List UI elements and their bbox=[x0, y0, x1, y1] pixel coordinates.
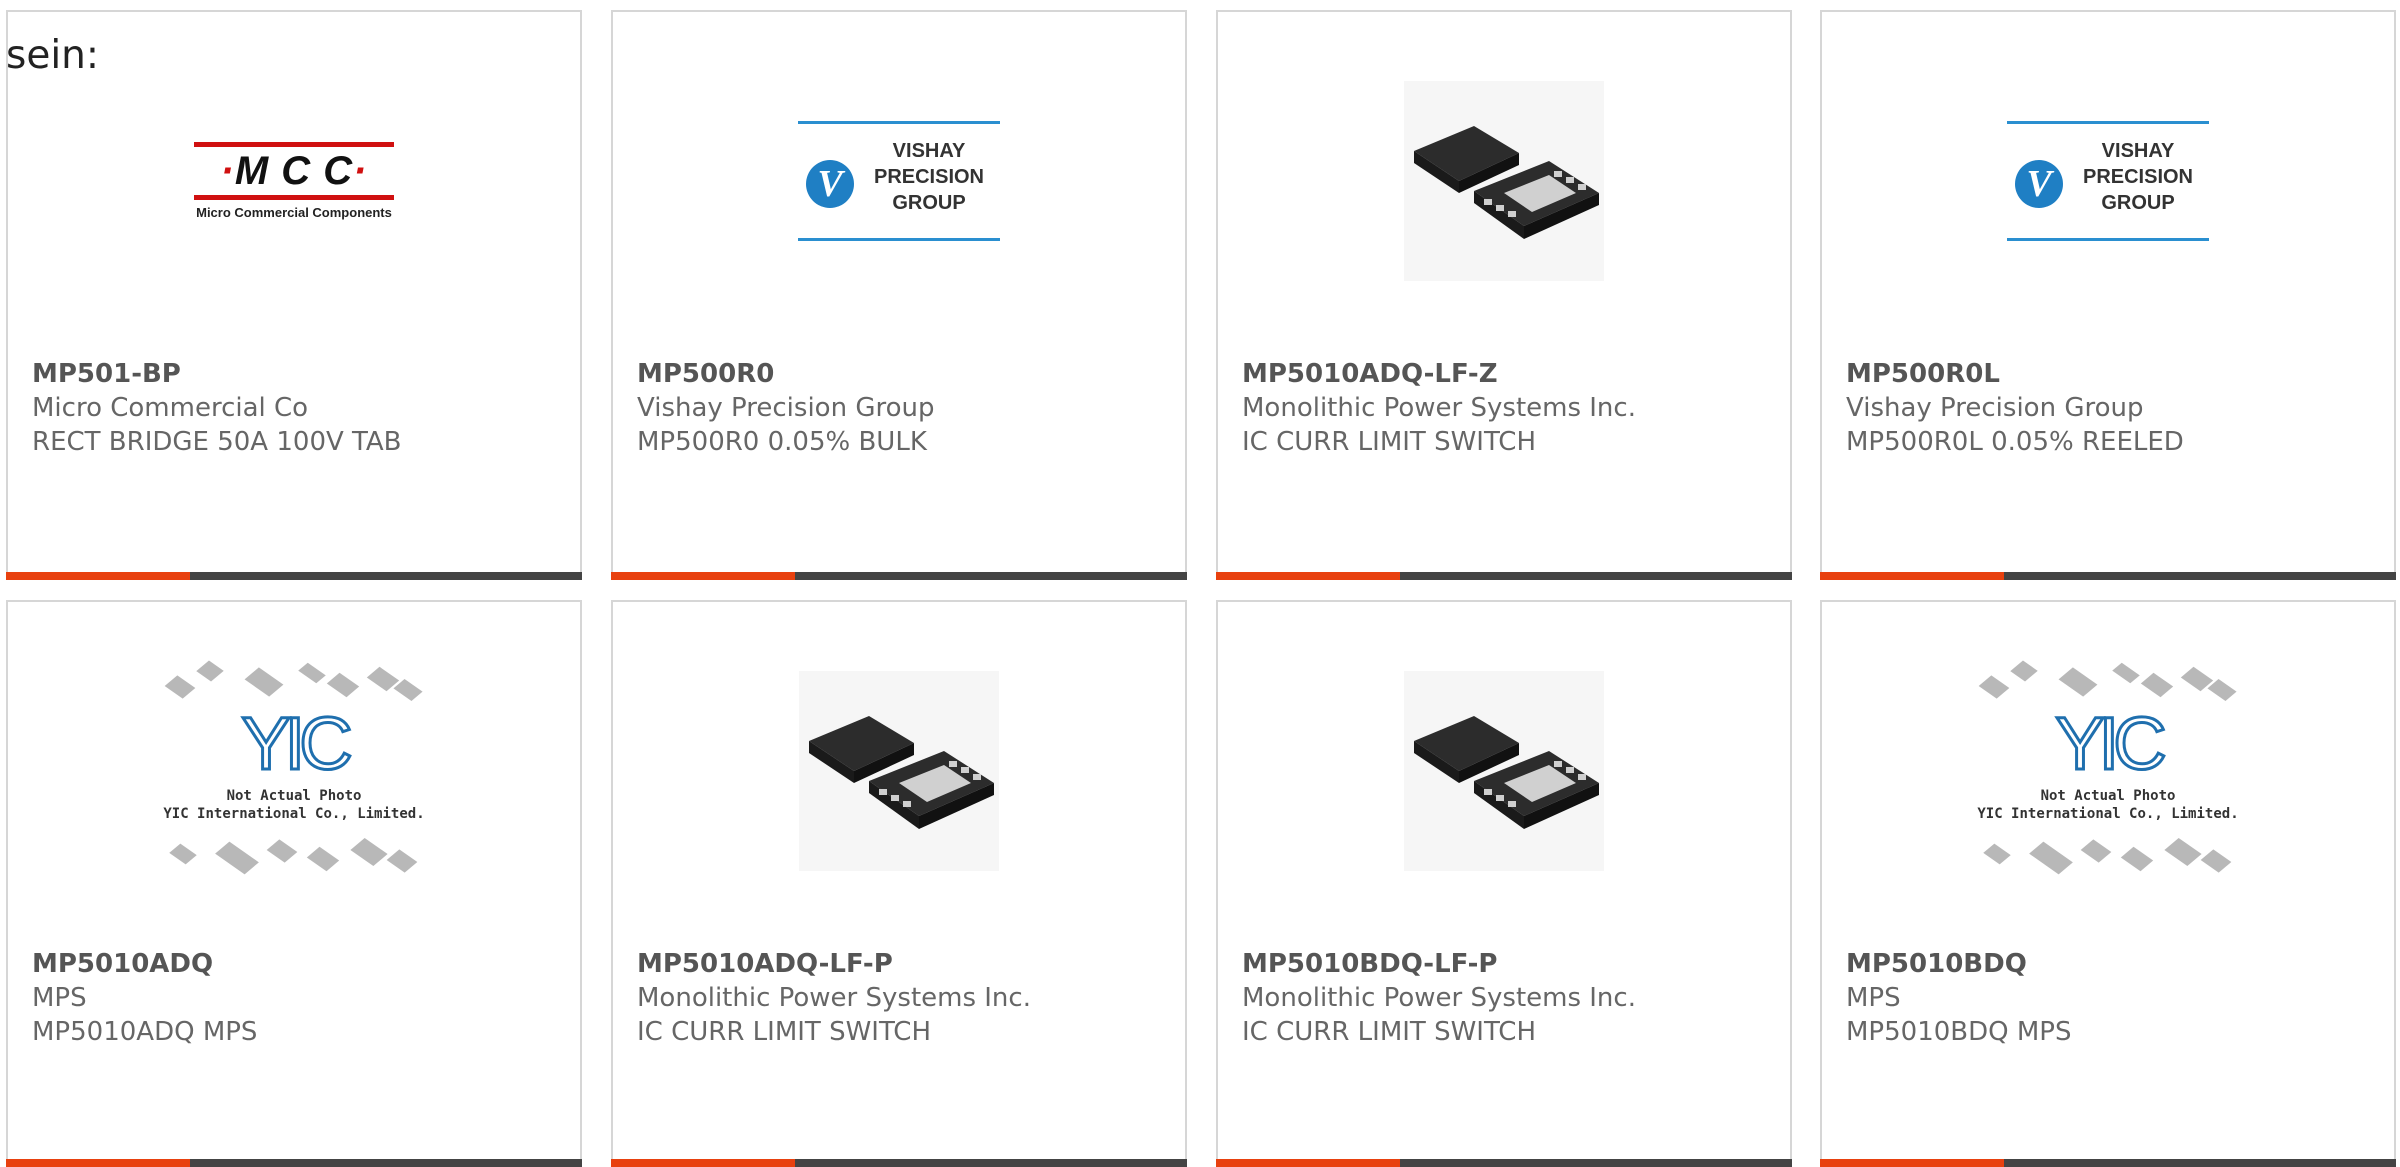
manufacturer: MPS bbox=[32, 983, 87, 1013]
manufacturer: Monolithic Power Systems Inc. bbox=[1242, 983, 1636, 1013]
product-image[interactable]: YIC Not Actual Photo YIC International C… bbox=[8, 660, 580, 875]
manufacturer: Monolithic Power Systems Inc. bbox=[637, 983, 1031, 1013]
card-footer-bar bbox=[6, 1159, 582, 1167]
part-number[interactable]: MP5010ADQ-LF-Z bbox=[1242, 357, 1766, 391]
chip-photo bbox=[799, 671, 999, 871]
description: MP5010ADQ MPS bbox=[32, 1017, 258, 1047]
part-number[interactable]: MP5010ADQ-LF-P bbox=[637, 947, 1161, 981]
product-card[interactable]: MP5010ADQ-LF-P Monolithic Power Systems … bbox=[611, 600, 1187, 1167]
product-image[interactable]: ·M C C· Micro Commercial Components bbox=[8, 80, 580, 282]
card-footer-accent bbox=[6, 1159, 190, 1167]
description: IC CURR LIMIT SWITCH bbox=[1242, 1017, 1537, 1047]
card-footer-accent bbox=[1820, 572, 2004, 580]
part-number[interactable]: MP5010BDQ-LF-P bbox=[1242, 947, 1766, 981]
description: MP500R0 0.05% BULK bbox=[637, 427, 927, 457]
card-footer-bar bbox=[1216, 572, 1792, 580]
description: IC CURR LIMIT SWITCH bbox=[637, 1017, 932, 1047]
description: MP5010BDQ MPS bbox=[1846, 1017, 2072, 1047]
vishay-logo: V VISHAY PRECISION GROUP bbox=[2007, 121, 2209, 241]
product-info: MP500R0 Vishay Precision Group MP500R0 0… bbox=[637, 357, 1161, 459]
product-info: MP501-BP Micro Commercial Co RECT BRIDGE… bbox=[32, 357, 556, 459]
description: RECT BRIDGE 50A 100V TAB bbox=[32, 427, 402, 457]
card-footer-accent bbox=[611, 1159, 795, 1167]
card-footer-bar bbox=[1216, 1159, 1792, 1167]
manufacturer: Micro Commercial Co bbox=[32, 393, 309, 423]
product-image[interactable]: V VISHAY PRECISION GROUP bbox=[613, 80, 1185, 282]
product-results-page: sein: ·M C C· Micro Commercial Component… bbox=[0, 0, 2400, 1167]
yic-placeholder-image: YIC Not Actual Photo YIC International C… bbox=[1973, 651, 2243, 891]
intro-text: sein: bbox=[6, 33, 100, 78]
product-image[interactable]: YIC Not Actual Photo YIC International C… bbox=[1822, 660, 2394, 875]
card-footer-accent bbox=[1820, 1159, 2004, 1167]
product-card[interactable]: MP5010BDQ-LF-P Monolithic Power Systems … bbox=[1216, 600, 1792, 1167]
card-footer-bar bbox=[1820, 1159, 2396, 1167]
chip-photo bbox=[1404, 81, 1604, 281]
mcc-logo: ·M C C· Micro Commercial Components bbox=[194, 142, 394, 220]
product-card[interactable]: V VISHAY PRECISION GROUP MP500R0L Vishay… bbox=[1820, 10, 2396, 580]
card-footer-accent bbox=[6, 572, 190, 580]
card-footer-accent bbox=[1216, 572, 1400, 580]
product-grid: ·M C C· Micro Commercial Components MP50… bbox=[0, 0, 2400, 1167]
description: IC CURR LIMIT SWITCH bbox=[1242, 427, 1537, 457]
product-info: MP5010BDQ-LF-P Monolithic Power Systems … bbox=[1242, 947, 1766, 1049]
card-footer-bar bbox=[1820, 572, 2396, 580]
part-number[interactable]: MP5010ADQ bbox=[32, 947, 556, 981]
manufacturer: Monolithic Power Systems Inc. bbox=[1242, 393, 1636, 423]
product-image[interactable]: V VISHAY PRECISION GROUP bbox=[1822, 80, 2394, 282]
product-info: MP5010ADQ MPS MP5010ADQ MPS bbox=[32, 947, 556, 1049]
product-info: MP5010ADQ-LF-Z Monolithic Power Systems … bbox=[1242, 357, 1766, 459]
card-footer-accent bbox=[1216, 1159, 1400, 1167]
product-card[interactable]: ·M C C· Micro Commercial Components MP50… bbox=[6, 10, 582, 580]
part-number[interactable]: MP5010BDQ bbox=[1846, 947, 2370, 981]
product-card[interactable]: YIC Not Actual Photo YIC International C… bbox=[6, 600, 582, 1167]
card-footer-bar bbox=[6, 572, 582, 580]
card-footer-accent bbox=[611, 572, 795, 580]
product-info: MP5010BDQ MPS MP5010BDQ MPS bbox=[1846, 947, 2370, 1049]
manufacturer: Vishay Precision Group bbox=[637, 393, 935, 423]
product-card[interactable]: YIC Not Actual Photo YIC International C… bbox=[1820, 600, 2396, 1167]
yic-placeholder-image: YIC Not Actual Photo YIC International C… bbox=[159, 651, 429, 891]
part-number[interactable]: MP501-BP bbox=[32, 357, 556, 391]
product-card[interactable]: V VISHAY PRECISION GROUP MP500R0 Vishay … bbox=[611, 10, 1187, 580]
product-image[interactable] bbox=[613, 670, 1185, 872]
manufacturer: Vishay Precision Group bbox=[1846, 393, 2144, 423]
vishay-logo: V VISHAY PRECISION GROUP bbox=[798, 121, 1000, 241]
product-info: MP5010ADQ-LF-P Monolithic Power Systems … bbox=[637, 947, 1161, 1049]
product-image[interactable] bbox=[1218, 670, 1790, 872]
description: MP500R0L 0.05% REELED bbox=[1846, 427, 2184, 457]
product-card[interactable]: MP5010ADQ-LF-Z Monolithic Power Systems … bbox=[1216, 10, 1792, 580]
part-number[interactable]: MP500R0L bbox=[1846, 357, 2370, 391]
product-info: MP500R0L Vishay Precision Group MP500R0L… bbox=[1846, 357, 2370, 459]
manufacturer: MPS bbox=[1846, 983, 1901, 1013]
product-image[interactable] bbox=[1218, 80, 1790, 282]
card-footer-bar bbox=[611, 572, 1187, 580]
chip-photo bbox=[1404, 671, 1604, 871]
part-number[interactable]: MP500R0 bbox=[637, 357, 1161, 391]
card-footer-bar bbox=[611, 1159, 1187, 1167]
